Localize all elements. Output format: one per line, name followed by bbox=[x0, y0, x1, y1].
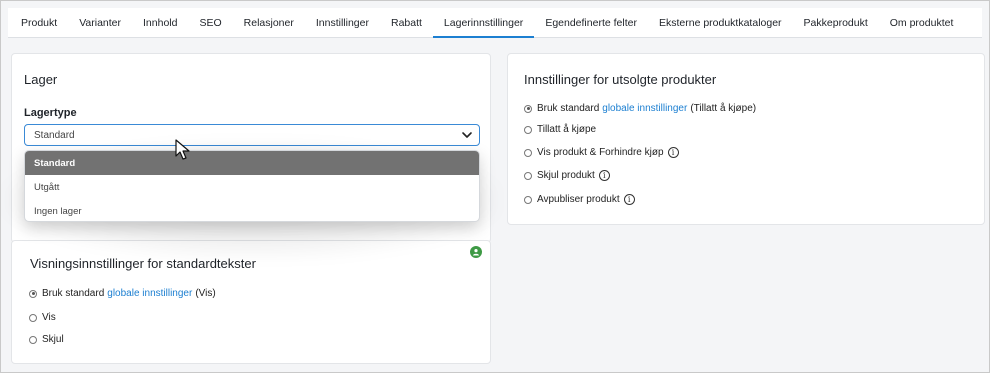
lager-title: Lager bbox=[24, 72, 58, 87]
visning-option-vis[interactable]: Vis bbox=[29, 312, 56, 323]
radio-button[interactable] bbox=[524, 148, 532, 157]
dropdown-option-ingen-lager[interactable]: Ingen lager bbox=[25, 199, 479, 221]
radio-button[interactable] bbox=[29, 335, 37, 344]
lagertype-label: Lagertype bbox=[24, 107, 77, 119]
option-label: Avpubliser produkt bbox=[537, 194, 620, 205]
tab-innhold[interactable]: Innhold bbox=[132, 8, 188, 37]
utsolgte-option-avpubliser[interactable]: Avpubliser produkt i bbox=[524, 194, 635, 205]
tab-lagerinnstillinger[interactable]: Lagerinnstillinger bbox=[432, 8, 535, 38]
tab-om-produktet[interactable]: Om produktet bbox=[879, 8, 965, 37]
option-label: Skjul produkt bbox=[537, 170, 595, 181]
utsolgte-option-forhindre[interactable]: Vis produkt & Forhindre kjøp i bbox=[524, 147, 679, 158]
tab-egendefinerte-felter[interactable]: Egendefinerte felter bbox=[534, 8, 648, 37]
info-icon[interactable]: i bbox=[623, 194, 635, 205]
visning-option-skjul[interactable]: Skjul bbox=[29, 334, 64, 345]
option-label: Bruk standard bbox=[537, 103, 600, 114]
option-label: Vis bbox=[42, 312, 56, 323]
tab-produkt[interactable]: Produkt bbox=[10, 8, 68, 37]
radio-button[interactable] bbox=[29, 313, 37, 322]
info-icon[interactable]: i bbox=[667, 147, 679, 158]
dropdown-option-utgatt[interactable]: Utgått bbox=[25, 175, 479, 199]
tab-rabatt[interactable]: Rabatt bbox=[380, 8, 433, 37]
tab-seo[interactable]: SEO bbox=[188, 8, 232, 37]
option-label: Tillatt å kjøpe bbox=[537, 124, 597, 135]
option-label: Skjul bbox=[42, 334, 64, 345]
option-suffix: (Tillatt å kjøpe) bbox=[690, 103, 757, 114]
radio-button[interactable] bbox=[524, 195, 532, 204]
visning-option-standard[interactable]: Bruk standard globale innstillinger (Vis… bbox=[29, 288, 216, 299]
tab-eksterne-produktkataloger[interactable]: Eksterne produktkataloger bbox=[648, 8, 793, 37]
dropdown-option-standard[interactable]: Standard bbox=[25, 151, 479, 175]
mouse-cursor-icon bbox=[175, 139, 190, 160]
utsolgte-option-tillatt[interactable]: Tillatt å kjøpe bbox=[524, 124, 596, 135]
lagertype-dropdown: Standard Utgått Ingen lager bbox=[24, 150, 480, 222]
tab-pakkeprodukt[interactable]: Pakkeprodukt bbox=[793, 8, 879, 37]
radio-button[interactable] bbox=[524, 171, 532, 180]
radio-button[interactable] bbox=[524, 104, 532, 113]
tab-varianter[interactable]: Varianter bbox=[68, 8, 132, 37]
tab-innstillinger[interactable]: Innstillinger bbox=[305, 8, 380, 37]
radio-button[interactable] bbox=[29, 289, 37, 298]
radio-button[interactable] bbox=[524, 125, 532, 134]
option-label: Vis produkt & Forhindre kjøp bbox=[537, 147, 664, 158]
lagertype-select-value: Standard bbox=[34, 129, 75, 141]
utsolgte-option-skjul[interactable]: Skjul produkt i bbox=[524, 170, 610, 181]
globale-innstillinger-link[interactable]: globale innstillinger bbox=[107, 288, 192, 299]
utsolgte-option-standard[interactable]: Bruk standard globale innstillinger (Til… bbox=[524, 103, 756, 114]
info-icon[interactable]: i bbox=[598, 170, 610, 181]
utsolgte-title: Innstillinger for utsolgte produkter bbox=[524, 72, 717, 87]
tab-relasjoner[interactable]: Relasjoner bbox=[233, 8, 305, 37]
utsolgte-card: Innstillinger for utsolgte produkter Bru… bbox=[507, 53, 985, 225]
option-suffix: (Vis) bbox=[195, 288, 216, 299]
globale-innstillinger-link[interactable]: globale innstillinger bbox=[602, 103, 687, 114]
tab-bar: Produkt Varianter Innhold SEO Relasjoner… bbox=[8, 8, 982, 38]
option-label: Bruk standard bbox=[42, 288, 105, 299]
